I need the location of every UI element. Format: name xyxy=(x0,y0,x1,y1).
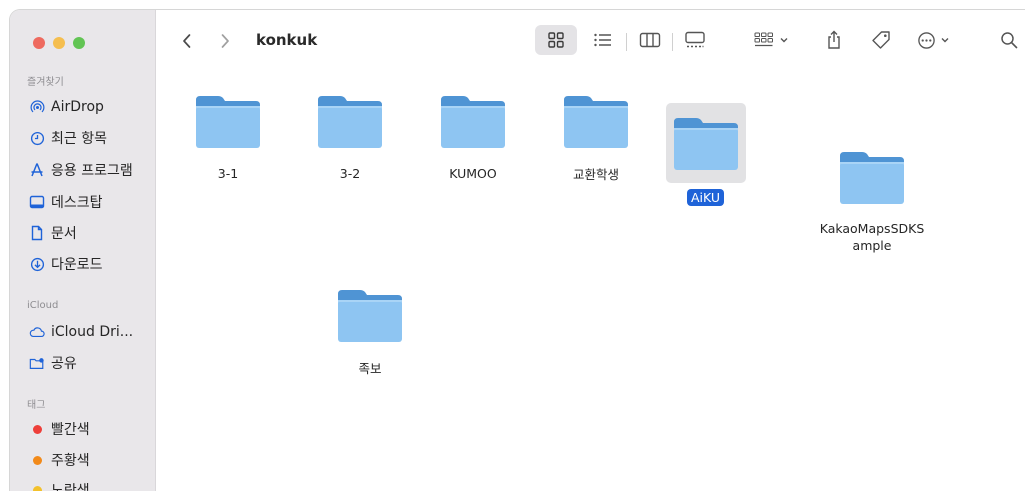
folder-item[interactable]: 족보 xyxy=(336,288,404,376)
sidebar-item-label: 최근 항목 xyxy=(51,131,107,147)
sidebar-item-label: 주황색 xyxy=(51,453,90,469)
folder-label: KakaoMapsSDKS ample xyxy=(812,220,932,254)
cloud-icon xyxy=(29,324,45,340)
column-view-button[interactable] xyxy=(631,25,669,55)
window-title: konkuk xyxy=(256,31,318,49)
folder-label-line: KakaoMapsSDKS xyxy=(819,221,925,236)
folder-icon xyxy=(318,96,382,148)
sidebar-item-desktop[interactable]: 데스크탑 xyxy=(22,190,147,214)
minimize-window-button[interactable] xyxy=(53,37,65,49)
folder-item[interactable]: 3-1 xyxy=(194,94,262,181)
folder-item[interactable]: KakaoMapsSDKS ample xyxy=(820,150,924,253)
folder-label: 3-2 xyxy=(339,166,361,181)
sidebar-item-tag-red[interactable]: 빨간색 xyxy=(22,417,147,441)
sidebar-item-recents[interactable]: 최근 항목 xyxy=(22,126,147,150)
tag-dot-icon xyxy=(29,421,45,437)
close-window-button[interactable] xyxy=(33,37,45,49)
columns-icon xyxy=(639,32,661,48)
gallery-icon xyxy=(685,31,705,48)
chevron-right-icon xyxy=(221,34,229,48)
main-content: konkuk 3-1 3-2 KUMOO 교환학생 AiKU KakaoMaps… xyxy=(156,10,1025,491)
share-icon xyxy=(828,30,840,49)
list-icon xyxy=(594,33,611,47)
document-icon xyxy=(29,225,45,241)
sidebar-item-applications[interactable]: 응용 프로그램 xyxy=(22,158,147,182)
sidebar-item-documents[interactable]: 문서 xyxy=(22,221,147,245)
search-button[interactable] xyxy=(994,25,1024,55)
folder-icon xyxy=(674,118,738,170)
shared-folder-icon xyxy=(29,355,45,371)
grid-icon xyxy=(548,32,564,48)
tag-dot-icon xyxy=(29,452,45,468)
folder-label: 3-1 xyxy=(217,166,239,181)
sidebar-item-icloud-drive[interactable]: iCloud Dri... xyxy=(22,320,147,344)
back-button[interactable] xyxy=(176,30,198,52)
share-button[interactable] xyxy=(819,24,849,56)
list-view-button[interactable] xyxy=(584,25,622,55)
sidebar: 즐겨찾기 AirDrop 최근 항목 응용 프로그램 데스크탑 문서 다운로드 … xyxy=(10,10,156,491)
folder-item[interactable]: KUMOO xyxy=(439,94,507,181)
tag-icon xyxy=(872,31,890,49)
folder-item[interactable]: 3-2 xyxy=(316,94,384,181)
group-by-button[interactable] xyxy=(746,25,796,55)
favorites-header: 즐겨찾기 xyxy=(27,77,64,88)
sidebar-item-label: iCloud Dri... xyxy=(51,324,134,340)
toolbar-divider xyxy=(672,33,673,51)
folder-label-line: ample xyxy=(852,238,892,253)
folder-icon xyxy=(338,290,402,342)
tag-button[interactable] xyxy=(864,25,898,55)
applications-icon xyxy=(29,162,45,178)
folder-icon xyxy=(840,152,904,204)
folder-label: 족보 xyxy=(358,361,382,376)
folder-label-selected: AiKU xyxy=(687,189,725,206)
folder-item[interactable]: 교환학생 xyxy=(562,94,630,182)
sidebar-item-shared[interactable]: 공유 xyxy=(22,351,147,375)
sidebar-item-label: 노란색 xyxy=(51,483,90,491)
search-icon xyxy=(1001,32,1018,49)
desktop-icon xyxy=(29,194,45,210)
sidebar-item-airdrop[interactable]: AirDrop xyxy=(22,95,147,119)
finder-window: 즐겨찾기 AirDrop 최근 항목 응용 프로그램 데스크탑 문서 다운로드 … xyxy=(10,10,1025,491)
gallery-view-button[interactable] xyxy=(676,25,714,55)
tag-dot-icon xyxy=(29,482,45,491)
folder-icon xyxy=(441,96,505,148)
sidebar-item-label: 응용 프로그램 xyxy=(51,163,133,179)
sidebar-item-label: AirDrop xyxy=(51,99,104,115)
ellipsis-circle-icon xyxy=(917,31,935,49)
sidebar-item-label: 빨간색 xyxy=(51,422,90,438)
group-icon xyxy=(754,32,773,47)
folder-item-selected[interactable] xyxy=(672,116,740,176)
folder-icon xyxy=(196,96,260,148)
sidebar-item-label: 다운로드 xyxy=(51,257,103,273)
icon-view-button[interactable] xyxy=(535,25,577,55)
tags-header: 태그 xyxy=(27,400,46,411)
chevron-left-icon xyxy=(183,34,191,48)
sidebar-item-downloads[interactable]: 다운로드 xyxy=(22,252,147,276)
chevron-down-icon xyxy=(780,38,787,43)
sidebar-item-label: 문서 xyxy=(51,226,77,242)
forward-button[interactable] xyxy=(214,30,236,52)
zoom-window-button[interactable] xyxy=(73,37,85,49)
sidebar-item-tag-orange[interactable]: 주황색 xyxy=(22,448,147,472)
sidebar-item-label: 데스크탑 xyxy=(51,195,103,211)
sidebar-item-tag-yellow[interactable]: 노란색 xyxy=(22,478,147,491)
folder-icon xyxy=(564,96,628,148)
sidebar-item-label: 공유 xyxy=(51,356,77,372)
folder-label: KUMOO xyxy=(449,166,497,181)
download-icon xyxy=(29,256,45,272)
more-actions-button[interactable] xyxy=(910,25,956,55)
chevron-down-icon xyxy=(941,38,948,43)
clock-icon xyxy=(29,130,45,146)
airdrop-icon xyxy=(29,99,45,115)
toolbar-divider xyxy=(626,33,627,51)
toolbar: konkuk xyxy=(156,10,1025,72)
icloud-header: iCloud xyxy=(27,300,59,311)
folder-label: 교환학생 xyxy=(572,167,619,182)
